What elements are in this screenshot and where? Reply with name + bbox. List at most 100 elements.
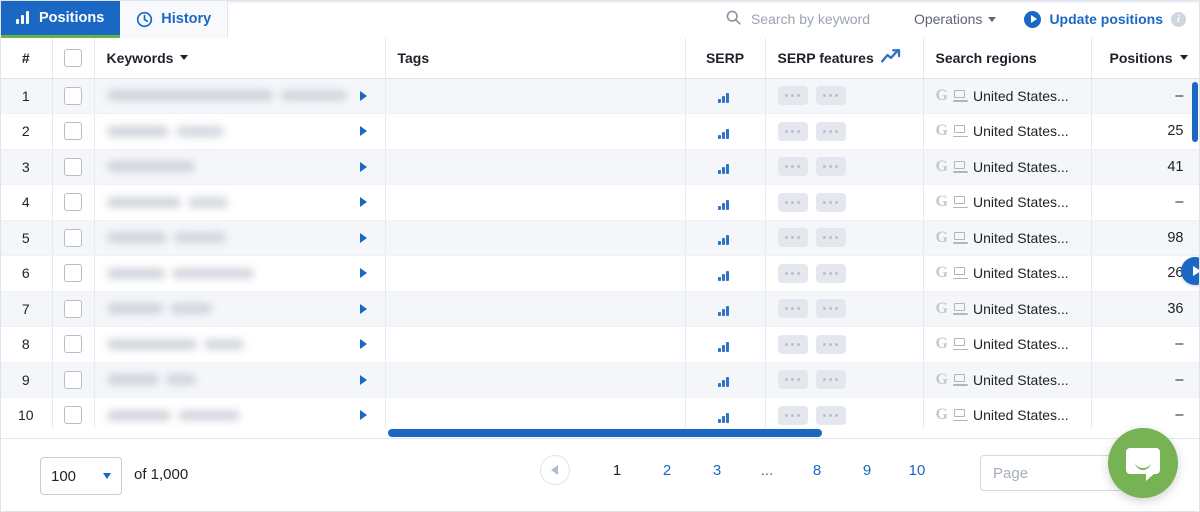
- row-select-cell[interactable]: [52, 184, 95, 221]
- serp-cell[interactable]: [685, 291, 766, 327]
- prev-page-button[interactable]: [540, 455, 570, 485]
- serp-feature-chip[interactable]: [777, 263, 808, 283]
- search-region-cell[interactable]: G United States...: [923, 220, 1092, 256]
- serp-feature-chip[interactable]: [815, 192, 846, 212]
- update-positions-button[interactable]: Update positions i: [1010, 0, 1192, 38]
- serp-cell[interactable]: [685, 113, 766, 150]
- table-row[interactable]: 6 G United States... 26: [0, 255, 1200, 292]
- bar-chart-icon[interactable]: [718, 91, 732, 104]
- operations-dropdown[interactable]: Operations: [900, 0, 1010, 38]
- row-checkbox[interactable]: [64, 406, 82, 425]
- serp-feature-chip[interactable]: [777, 121, 808, 141]
- row-select-cell[interactable]: [52, 362, 95, 398]
- serp-feature-chip[interactable]: [777, 157, 808, 177]
- bar-chart-icon[interactable]: [718, 411, 732, 423]
- serp-cell[interactable]: [685, 255, 766, 292]
- serp-feature-chip[interactable]: [815, 228, 846, 248]
- col-header-keywords[interactable]: Keywords: [94, 38, 386, 79]
- table-row[interactable]: 3 G United States... 41: [0, 149, 1200, 185]
- bar-chart-icon[interactable]: [718, 269, 732, 281]
- bar-chart-icon[interactable]: [718, 375, 732, 388]
- search-region-cell[interactable]: G United States...: [923, 149, 1092, 185]
- pagination-page-2[interactable]: 2: [642, 456, 692, 485]
- serp-feature-chip[interactable]: [777, 299, 808, 319]
- bar-chart-icon[interactable]: [718, 340, 732, 352]
- serp-cell[interactable]: [685, 78, 766, 114]
- serp-cell[interactable]: [685, 149, 766, 185]
- serp-feature-chip[interactable]: [815, 370, 846, 390]
- serp-feature-chip[interactable]: [815, 86, 846, 106]
- tags-cell[interactable]: [385, 184, 686, 221]
- page-jump-input[interactable]: [980, 455, 1122, 491]
- search-region-cell[interactable]: G United States...: [923, 291, 1092, 327]
- expand-keyword-icon[interactable]: [359, 303, 367, 314]
- bar-chart-icon[interactable]: [718, 198, 732, 210]
- keyword-cell[interactable]: [94, 362, 386, 398]
- row-checkbox[interactable]: [64, 193, 82, 212]
- serp-features-cell[interactable]: [765, 184, 924, 221]
- serp-feature-chip[interactable]: [777, 86, 808, 106]
- serp-cell[interactable]: [685, 362, 766, 398]
- pagination-page-10[interactable]: 10: [892, 456, 942, 485]
- keyword-cell[interactable]: [94, 184, 386, 221]
- serp-cell[interactable]: [685, 184, 766, 221]
- pagination-page-8[interactable]: 8: [792, 456, 842, 485]
- serp-features-cell[interactable]: [765, 113, 924, 150]
- serp-features-cell[interactable]: [765, 255, 924, 292]
- tags-cell[interactable]: [385, 291, 686, 327]
- expand-keyword-icon[interactable]: [359, 90, 367, 101]
- serp-features-cell[interactable]: [765, 78, 924, 114]
- table-row[interactable]: 2 G United States... 25: [0, 113, 1200, 150]
- bar-chart-icon[interactable]: [718, 127, 732, 139]
- search-by-keyword[interactable]: [711, 0, 900, 38]
- serp-feature-chip[interactable]: [815, 263, 846, 283]
- serp-feature-chip[interactable]: [777, 405, 808, 425]
- tags-cell[interactable]: [385, 113, 686, 150]
- keyword-cell[interactable]: [94, 220, 386, 256]
- table-row[interactable]: 4 G United States... –: [0, 184, 1200, 221]
- col-header-positions[interactable]: Positions: [1091, 38, 1200, 79]
- row-select-cell[interactable]: [52, 149, 95, 185]
- serp-feature-chip[interactable]: [815, 157, 846, 177]
- search-input[interactable]: [750, 11, 886, 27]
- serp-feature-chip[interactable]: [815, 121, 846, 141]
- bar-chart-icon[interactable]: [718, 233, 732, 246]
- serp-feature-chip[interactable]: [777, 192, 808, 212]
- serp-features-cell[interactable]: [765, 326, 924, 363]
- keyword-cell[interactable]: [94, 149, 386, 185]
- row-checkbox[interactable]: [64, 228, 82, 247]
- row-checkbox[interactable]: [64, 335, 82, 354]
- serp-features-cell[interactable]: [765, 291, 924, 327]
- search-region-cell[interactable]: G United States...: [923, 113, 1092, 150]
- keyword-cell[interactable]: [94, 326, 386, 363]
- tags-cell[interactable]: [385, 362, 686, 398]
- serp-feature-chip[interactable]: [777, 334, 808, 354]
- row-select-cell[interactable]: [52, 255, 95, 292]
- expand-keyword-icon[interactable]: [359, 161, 367, 172]
- row-checkbox[interactable]: [64, 370, 82, 389]
- expand-keyword-icon[interactable]: [359, 339, 367, 350]
- serp-feature-chip[interactable]: [815, 299, 846, 319]
- tab-history[interactable]: History: [120, 0, 229, 38]
- keyword-cell[interactable]: [94, 291, 386, 327]
- tags-cell[interactable]: [385, 326, 686, 363]
- serp-feature-chip[interactable]: [815, 334, 846, 354]
- row-checkbox[interactable]: [64, 122, 82, 141]
- row-select-cell[interactable]: [52, 220, 95, 256]
- row-checkbox[interactable]: [64, 157, 82, 176]
- tags-cell[interactable]: [385, 255, 686, 292]
- serp-cell[interactable]: [685, 220, 766, 256]
- select-all-checkbox[interactable]: [64, 48, 82, 67]
- info-icon[interactable]: i: [1171, 11, 1186, 27]
- row-select-cell[interactable]: [52, 326, 95, 363]
- table-row[interactable]: 1 G United States... –: [0, 78, 1200, 114]
- expand-keyword-icon[interactable]: [359, 197, 367, 208]
- expand-keyword-icon[interactable]: [359, 410, 367, 421]
- keyword-cell[interactable]: [94, 78, 386, 114]
- search-region-cell[interactable]: G United States...: [923, 326, 1092, 363]
- expand-keyword-icon[interactable]: [359, 374, 367, 385]
- serp-cell[interactable]: [685, 326, 766, 363]
- bar-chart-icon[interactable]: [718, 162, 732, 175]
- table-row[interactable]: 9 G United States... –: [0, 362, 1200, 398]
- tags-cell[interactable]: [385, 149, 686, 185]
